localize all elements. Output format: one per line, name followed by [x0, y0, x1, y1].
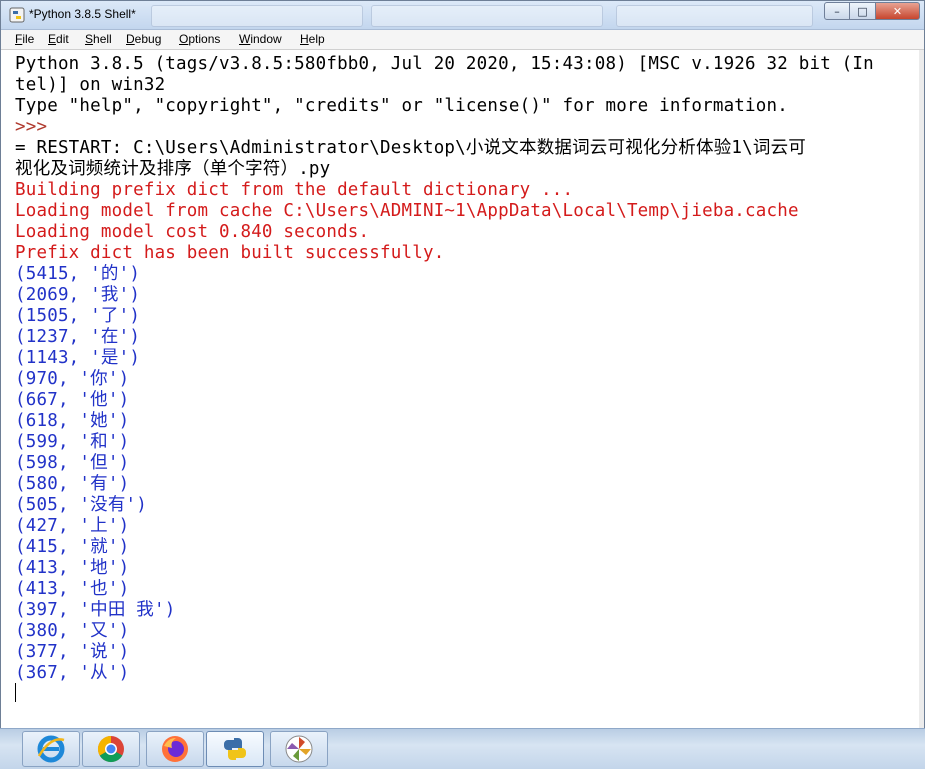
firefox-icon: [162, 736, 188, 762]
menu-help[interactable]: Help: [300, 32, 325, 46]
output-line: (598, '但'): [15, 453, 130, 473]
menu-edit[interactable]: Edit: [48, 32, 69, 46]
output-line: (1505, '了'): [15, 306, 141, 326]
output-line: (415, '就'): [15, 537, 130, 557]
minimize-button[interactable]: –: [824, 2, 850, 20]
background-window-ghost: [616, 5, 813, 27]
taskbar: [0, 728, 925, 769]
menu-debug[interactable]: Debug: [126, 32, 161, 46]
shell-output-area[interactable]: Python 3.8.5 (tags/v3.8.5:580fbb0, Jul 2…: [1, 50, 919, 728]
output-line: (618, '她'): [15, 411, 130, 431]
maximize-icon: □: [857, 4, 868, 18]
stderr-line: Loading model cost 0.840 seconds.: [15, 222, 370, 242]
ie-icon: [37, 735, 65, 763]
menu-bar: File Edit Shell Debug Options Window Hel…: [1, 30, 924, 50]
output-line: (380, '又'): [15, 621, 130, 641]
output-line: (1143, '是'): [15, 348, 141, 368]
output-line: (505, '没有'): [15, 495, 148, 515]
taskbar-chrome-button[interactable]: [82, 731, 140, 767]
close-icon: ✕: [892, 4, 903, 18]
taskbar-firefox-button[interactable]: [146, 731, 204, 767]
stderr-line: Prefix dict has been built successfully.: [15, 243, 445, 263]
window-title: *Python 3.8.5 Shell*: [29, 7, 136, 21]
output-line: (580, '有'): [15, 474, 130, 494]
idle-shell-window: *Python 3.8.5 Shell* – □ ✕ File Edit She…: [0, 0, 925, 728]
stderr-line: Building prefix dict from the default di…: [15, 180, 574, 200]
output-line: (5415, '的'): [15, 264, 141, 284]
minimize-icon: –: [834, 4, 840, 18]
chrome-icon: [97, 735, 124, 763]
menu-shell[interactable]: Shell: [85, 32, 112, 46]
background-window-ghost: [371, 5, 603, 27]
maximize-button[interactable]: □: [850, 2, 876, 20]
output-line: (367, '从'): [15, 663, 130, 683]
taskbar-python-button[interactable]: [206, 731, 264, 767]
output-line: (2069, '我'): [15, 285, 141, 305]
restart-line: = RESTART: C:\Users\Administrator\Deskto…: [15, 138, 806, 158]
banner-line: Python 3.8.5 (tags/v3.8.5:580fbb0, Jul 2…: [15, 54, 874, 74]
banner-line: Type "help", "copyright", "credits" or "…: [15, 96, 788, 116]
output-line: (599, '和'): [15, 432, 130, 452]
output-line: (427, '上'): [15, 516, 130, 536]
shell-prompt: >>>: [15, 117, 48, 137]
output-line: (413, '地'): [15, 558, 130, 578]
close-button[interactable]: ✕: [876, 2, 920, 20]
menu-file[interactable]: File: [15, 32, 34, 46]
stderr-line: Loading model from cache C:\Users\ADMINI…: [15, 201, 799, 221]
text-cursor: [15, 683, 16, 702]
window-controls: – □ ✕: [824, 2, 920, 21]
restart-line: 视化及词频统计及排序（单个字符）.py: [15, 159, 331, 179]
output-line: (1237, '在'): [15, 327, 141, 347]
title-bar[interactable]: *Python 3.8.5 Shell* – □ ✕: [1, 1, 924, 30]
background-window-ghost: [151, 5, 363, 27]
pinwheel-app-icon: [285, 735, 313, 763]
python-icon: [224, 738, 246, 760]
taskbar-ie-button[interactable]: [22, 731, 80, 767]
python-idle-icon: [9, 7, 25, 23]
vertical-scrollbar[interactable]: [919, 50, 924, 728]
taskbar-pinwheel-app-button[interactable]: [270, 731, 328, 767]
output-line: (397, '中田 我'): [15, 600, 176, 620]
menu-options[interactable]: Options: [179, 32, 220, 46]
menu-window[interactable]: Window: [239, 32, 282, 46]
output-line: (667, '他'): [15, 390, 130, 410]
output-line: (377, '说'): [15, 642, 130, 662]
output-line: (413, '也'): [15, 579, 130, 599]
output-line: (970, '你'): [15, 369, 130, 389]
banner-line: tel)] on win32: [15, 75, 166, 95]
